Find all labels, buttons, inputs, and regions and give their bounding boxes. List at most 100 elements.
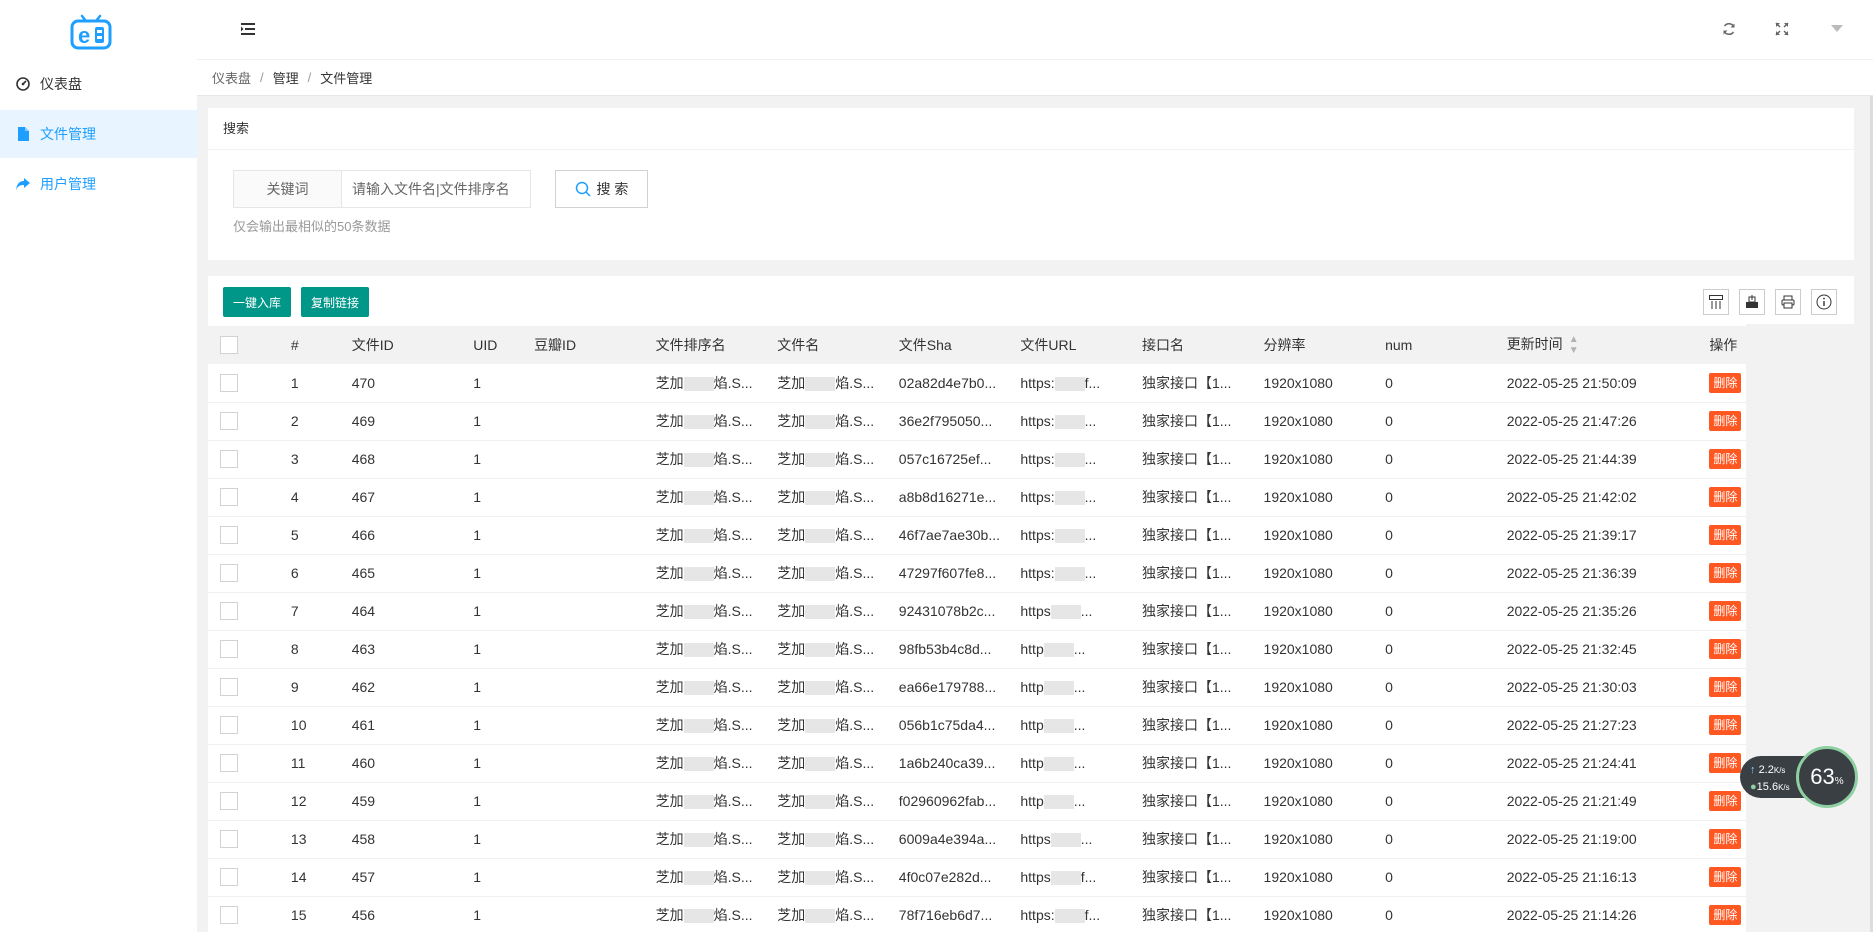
redacted-block	[1054, 453, 1085, 468]
cell-file-id: 460	[339, 744, 462, 783]
delete-button[interactable]: 删除	[1709, 677, 1742, 697]
cell-file-id: 461	[339, 706, 462, 745]
fullscreen-icon[interactable]	[1774, 21, 1790, 37]
table-row[interactable]: 10 461 1 芝加 焰.S... 芝加 焰.S... 056b1c75da4... http…	[208, 706, 1746, 745]
table-row[interactable]: 11 460 1 芝加 焰.S... 芝加 焰.S... 1a6b240ca39... http…	[208, 744, 1746, 783]
copy-links-button[interactable]: 复制链接	[301, 287, 369, 317]
info-icon[interactable]	[1811, 289, 1837, 315]
delete-button[interactable]: 删除	[1709, 525, 1742, 545]
row-checkbox[interactable]	[220, 373, 238, 392]
delete-button[interactable]: 删除	[1709, 601, 1742, 621]
cell-uid: 1	[461, 402, 523, 441]
network-speed-widget[interactable]: ↑ 2.2K/s ●15.6K/s 63%	[1740, 746, 1858, 808]
cell-api-name: 独家接口【1...	[1129, 858, 1252, 897]
redacted-block	[683, 567, 714, 582]
redacted-block	[805, 453, 836, 468]
delete-button[interactable]: 删除	[1709, 639, 1742, 659]
delete-button[interactable]: 删除	[1709, 372, 1742, 393]
table-row[interactable]: 7 464 1 芝加 焰.S... 芝加 焰.S... 92431078b2c... https…	[208, 592, 1746, 631]
delete-button[interactable]: 删除	[1709, 753, 1742, 773]
row-checkbox[interactable]	[220, 906, 238, 925]
cell-file-name: 芝加 焰.S...	[765, 364, 887, 403]
table-row[interactable]: 6 465 1 芝加 焰.S... 芝加 焰.S... 47297f607fe8... http…	[208, 554, 1746, 593]
cell-resolution: 1920x1080	[1251, 554, 1374, 593]
svg-text:e: e	[78, 23, 90, 48]
logo-tv-icon[interactable]: e	[70, 14, 112, 50]
refresh-icon[interactable]	[1721, 21, 1737, 37]
breadcrumb-item[interactable]: 仪表盘	[212, 68, 251, 87]
cell-file-name: 芝加 焰.S...	[765, 440, 887, 479]
table-row[interactable]: 1 470 1 芝加 焰.S... 芝加 焰.S... 02a82d4e7b0... https…	[208, 364, 1746, 403]
delete-button[interactable]: 删除	[1709, 715, 1742, 735]
delete-button[interactable]: 删除	[1709, 829, 1742, 849]
cell-api-name: 独家接口【1...	[1129, 364, 1252, 403]
delete-button[interactable]: 删除	[1709, 487, 1742, 507]
row-checkbox[interactable]	[220, 488, 238, 507]
cell-uid: 1	[461, 364, 523, 403]
redacted-block	[1054, 909, 1085, 924]
row-checkbox[interactable]	[220, 716, 238, 735]
select-all-checkbox[interactable]	[220, 336, 238, 355]
print-icon[interactable]	[1775, 289, 1801, 315]
table-row[interactable]: 4 467 1 芝加 焰.S... 芝加 焰.S... a8b8d16271e... https…	[208, 478, 1746, 517]
redacted-block	[1050, 871, 1081, 886]
delete-button[interactable]: 删除	[1709, 563, 1742, 583]
sort-icon[interactable]: ▲ ▼	[1569, 334, 1579, 356]
row-checkbox[interactable]	[220, 792, 238, 811]
columns-filter-icon[interactable]	[1703, 289, 1729, 315]
cell-sort-name: 芝加 焰.S...	[643, 364, 766, 403]
table-row[interactable]: 14 457 1 芝加 焰.S... 芝加 焰.S... 4f0c07e282d... http…	[208, 858, 1746, 897]
delete-button[interactable]: 删除	[1709, 905, 1742, 925]
menu-toggle-icon[interactable]	[240, 21, 256, 37]
sidebar-item-file-management[interactable]: 文件管理	[0, 110, 197, 158]
table-row[interactable]: 12 459 1 芝加 焰.S... 芝加 焰.S... f02960962fab... htt…	[208, 782, 1746, 821]
table-row[interactable]: 9 462 1 芝加 焰.S... 芝加 焰.S... ea66e179788... http.…	[208, 668, 1746, 707]
cell-num: 0	[1373, 744, 1495, 783]
table-row[interactable]: 8 463 1 芝加 焰.S... 芝加 焰.S... 98fb53b4c8d... http.…	[208, 630, 1746, 669]
row-checkbox[interactable]	[220, 450, 238, 469]
breadcrumb-item[interactable]: 管理	[273, 68, 299, 87]
row-checkbox[interactable]	[220, 640, 238, 659]
row-checkbox[interactable]	[220, 754, 238, 773]
redacted-block	[683, 833, 714, 848]
top-header	[197, 0, 1873, 60]
chevron-down-icon[interactable]	[1829, 21, 1845, 37]
row-checkbox[interactable]	[220, 526, 238, 545]
keyword-input[interactable]	[341, 170, 531, 208]
row-checkbox[interactable]	[220, 868, 238, 887]
cell-douban-id	[522, 440, 644, 479]
table-row[interactable]: 5 466 1 芝加 焰.S... 芝加 焰.S... 46f7ae7ae30b... http…	[208, 516, 1746, 555]
cell-douban-id	[522, 668, 644, 707]
cell-file-name: 芝加 焰.S...	[765, 592, 887, 631]
redacted-block	[805, 529, 836, 544]
row-checkbox[interactable]	[220, 678, 238, 697]
redacted-block	[805, 719, 836, 734]
col-header-sortable[interactable]: 更新时间 ▲ ▼	[1494, 326, 1698, 364]
table-row[interactable]: 13 458 1 芝加 焰.S... 芝加 焰.S... 6009a4e394a... http…	[208, 820, 1746, 859]
table-row[interactable]: 3 468 1 芝加 焰.S... 芝加 焰.S... 057c16725ef... https…	[208, 440, 1746, 479]
sidebar-item-user-management[interactable]: 用户管理	[0, 160, 197, 208]
redacted-block	[1054, 491, 1085, 506]
cell-index: 14	[278, 858, 340, 897]
cell-file-name: 芝加 焰.S...	[765, 858, 887, 897]
cell-file-id: 465	[339, 554, 462, 593]
cell-file-name: 芝加 焰.S...	[765, 668, 887, 707]
row-checkbox[interactable]	[220, 564, 238, 583]
cell-resolution: 1920x1080	[1251, 820, 1374, 859]
sidebar-item-dashboard[interactable]: 仪表盘	[0, 60, 197, 108]
delete-button[interactable]: 删除	[1709, 791, 1742, 811]
row-checkbox[interactable]	[220, 602, 238, 621]
table-row[interactable]: 15 456 1 芝加 焰.S... 芝加 焰.S... 78f716eb6d7... http…	[208, 896, 1746, 932]
cell-douban-id	[522, 782, 644, 821]
cell-uid: 1	[461, 782, 523, 821]
import-all-button[interactable]: 一键入库	[223, 287, 291, 317]
export-icon[interactable]	[1739, 289, 1765, 315]
delete-button[interactable]: 删除	[1709, 411, 1742, 431]
delete-button[interactable]: 删除	[1709, 449, 1742, 469]
row-checkbox[interactable]	[220, 412, 238, 431]
delete-button[interactable]: 删除	[1709, 867, 1742, 887]
row-checkbox[interactable]	[220, 830, 238, 849]
cell-url: https:...	[1008, 554, 1130, 593]
search-button[interactable]: 搜 索	[555, 170, 648, 208]
table-row[interactable]: 2 469 1 芝加 焰.S... 芝加 焰.S... 36e2f795050... https…	[208, 402, 1746, 441]
